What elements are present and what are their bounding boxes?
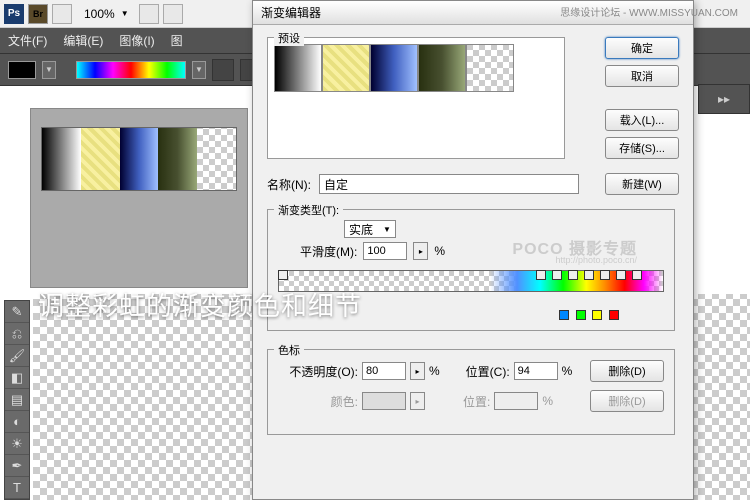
tool-gradient-icon[interactable]: ▤: [5, 389, 29, 411]
gradient-picker-flyout: [30, 108, 248, 288]
gradient-editor-dialog: 渐变编辑器 POCO 摄影专题 http://photo.poco.cn/ 预设…: [252, 0, 694, 500]
tool-type-icon[interactable]: T: [5, 477, 29, 499]
zoom-level[interactable]: 100%: [84, 7, 115, 21]
gradient-dropdown-icon[interactable]: ▼: [192, 61, 206, 79]
watermark-top: 思缘设计论坛 - WWW.MISSYUAN.COM: [560, 4, 738, 19]
tool-stamp-icon[interactable]: ⎌: [5, 323, 29, 345]
type-value: 实底: [349, 221, 373, 238]
load-button[interactable]: 载入(L)...: [605, 109, 679, 131]
preset-thumb[interactable]: [322, 44, 370, 92]
opacity-label: 不透明度(O):: [278, 363, 358, 380]
view-grid-icon[interactable]: [52, 4, 72, 24]
color-stop-group: 色标 不透明度(O): ▸ % 位置(C): % 删除(D) 颜色: ▸ 位置:: [267, 349, 675, 435]
dropdown-arrow-icon[interactable]: ▼: [121, 9, 129, 18]
opacity-stop[interactable]: [632, 270, 642, 280]
menu-file[interactable]: 文件(F): [8, 32, 47, 49]
gradient-preset-strip: [41, 127, 237, 191]
menu-layer[interactable]: 图: [171, 32, 183, 49]
tool-eraser-icon[interactable]: ◧: [5, 367, 29, 389]
bridge-icon[interactable]: Br: [28, 4, 48, 24]
preset-thumb[interactable]: [418, 44, 466, 92]
preset-item[interactable]: [120, 128, 159, 190]
gradient-preview[interactable]: [76, 61, 186, 79]
hand-tool-icon[interactable]: [139, 4, 159, 24]
percent-label: %: [429, 364, 440, 378]
position2-input: [494, 392, 538, 410]
percent-label: %: [562, 364, 573, 378]
color-stop[interactable]: [559, 310, 569, 320]
opacity-stop[interactable]: [536, 270, 546, 280]
opacity-input[interactable]: [362, 362, 406, 380]
tools-panel: ✎ ⎌ 🖌 ◧ ▤ ◐ ☀ ✒ T: [4, 300, 30, 500]
type-select[interactable]: 实底▼: [344, 220, 396, 238]
opacity-stop[interactable]: [616, 270, 626, 280]
color-swatch-input: [362, 392, 406, 410]
preset-item[interactable]: [42, 128, 81, 190]
dialog-button-column: 确定 取消 载入(L)... 存储(S)...: [605, 37, 679, 159]
stepper-icon[interactable]: ▸: [410, 362, 425, 380]
preset-group: 预设: [267, 37, 565, 159]
preset-thumb[interactable]: [274, 44, 322, 92]
tool-dodge-icon[interactable]: ☀: [5, 433, 29, 455]
preset-item[interactable]: [197, 128, 236, 190]
menu-edit[interactable]: 编辑(E): [63, 32, 103, 49]
preset-group-label: 预设: [274, 30, 304, 46]
opacity-stop[interactable]: [568, 270, 578, 280]
dialog-title-text: 渐变编辑器: [261, 4, 321, 21]
smoothness-input[interactable]: [363, 242, 407, 260]
right-panel-strip: ▸▸: [698, 84, 750, 114]
name-input[interactable]: [319, 174, 579, 194]
opacity-stop[interactable]: [278, 270, 288, 280]
percent-label: %: [542, 394, 553, 408]
watermark-poco-url: http://photo.poco.cn/: [555, 255, 637, 265]
preset-thumb[interactable]: [466, 44, 514, 92]
ok-button[interactable]: 确定: [605, 37, 679, 59]
name-label: 名称(N):: [267, 176, 311, 193]
position-input[interactable]: [514, 362, 558, 380]
tool-blur-icon[interactable]: ◐: [5, 411, 29, 433]
save-button[interactable]: 存储(S)...: [605, 137, 679, 159]
linear-gradient-icon[interactable]: [212, 59, 234, 81]
delete-stop-button[interactable]: 删除(D): [590, 360, 664, 382]
opacity-stop[interactable]: [552, 270, 562, 280]
position-label: 位置(C):: [466, 363, 510, 380]
cancel-button[interactable]: 取消: [605, 65, 679, 87]
gradient-ramp-editor[interactable]: [278, 270, 664, 320]
expand-panel-icon[interactable]: ▸▸: [718, 92, 730, 106]
color-stop[interactable]: [576, 310, 586, 320]
preset-item[interactable]: [81, 128, 120, 190]
swatch-dropdown-icon[interactable]: ▼: [42, 61, 56, 79]
stepper-icon[interactable]: ▸: [413, 242, 428, 260]
tool-pencil-icon[interactable]: ✎: [5, 301, 29, 323]
arrange-icon[interactable]: [163, 4, 183, 24]
tool-pen-icon[interactable]: ✒: [5, 455, 29, 477]
opacity-stop[interactable]: [584, 270, 594, 280]
preset-thumb[interactable]: [370, 44, 418, 92]
color-stop[interactable]: [592, 310, 602, 320]
tool-brush-icon[interactable]: 🖌: [5, 345, 29, 367]
stepper-icon: ▸: [410, 392, 425, 410]
smoothness-label: 平滑度(M):: [300, 243, 357, 260]
colorstop-group-label: 色标: [274, 342, 304, 358]
color-stop[interactable]: [609, 310, 619, 320]
foreground-color-swatch[interactable]: [8, 61, 36, 79]
color-label: 颜色:: [278, 393, 358, 410]
percent-label: %: [434, 244, 445, 258]
preset-item[interactable]: [158, 128, 197, 190]
menu-image[interactable]: 图像(I): [119, 32, 154, 49]
photoshop-icon: Ps: [4, 4, 24, 24]
position2-label: 位置:: [463, 393, 490, 410]
type-label: 渐变类型(T):: [274, 202, 343, 218]
gradient-type-group: 渐变类型(T): 实底▼ 平滑度(M): ▸ %: [267, 209, 675, 331]
new-button[interactable]: 新建(W): [605, 173, 679, 195]
opacity-stop[interactable]: [600, 270, 610, 280]
name-row: 名称(N): 新建(W): [267, 173, 679, 195]
delete-color-button: 删除(D): [590, 390, 664, 412]
